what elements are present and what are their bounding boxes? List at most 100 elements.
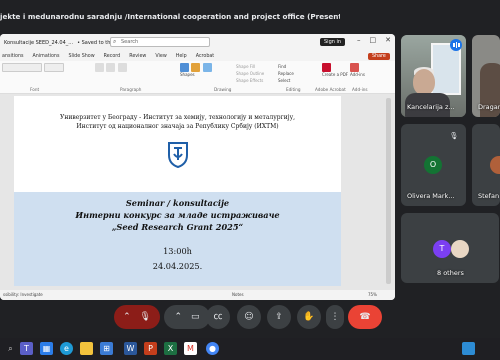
status-bar: ssibility: Investigate Notes 75% [0, 290, 395, 300]
hang-up-icon: ☎ [359, 312, 371, 322]
shape-outline[interactable]: Shape Outline [236, 70, 264, 77]
font-size-box[interactable] [44, 63, 65, 72]
mic-control[interactable]: ⌃ 🎙 [114, 305, 160, 329]
mic-off-icon[interactable]: 🎙 [139, 312, 150, 322]
addins-group: Add-ins [350, 63, 365, 77]
bullets-icon[interactable] [95, 63, 104, 72]
shapes-label: Shapes [180, 72, 195, 77]
participant-name: Olivera Mark... [407, 192, 455, 200]
more-options-button[interactable]: ⋮ [326, 305, 344, 329]
search-icon: ⌕ [113, 38, 117, 45]
participant-tile-4[interactable]: Stefan [472, 124, 500, 206]
participant-tile-2[interactable]: Dragan [472, 35, 500, 117]
slide-workspace: Универзитет у Београду - Институт за хем… [0, 94, 395, 290]
font-box[interactable] [2, 63, 42, 72]
close-icon[interactable]: ✕ [385, 36, 391, 44]
word-icon[interactable]: W [124, 342, 137, 355]
avatar-photo [451, 240, 469, 258]
excel-icon[interactable]: X [164, 342, 177, 355]
slide-time: 13:00h [163, 246, 192, 256]
gmail-icon[interactable]: M [184, 342, 197, 355]
drawing-group: Shapes [180, 63, 213, 77]
leave-call-button[interactable]: ☎ [348, 305, 382, 329]
shapes-icon[interactable] [180, 63, 189, 72]
more-options-icon: ⋮ [330, 312, 340, 322]
captions-icon: ㏄ [213, 312, 223, 322]
chevron-up-icon[interactable]: ⌃ [123, 312, 131, 322]
captions-button[interactable]: ㏄ [206, 305, 230, 329]
camera-icon[interactable]: ▭ [191, 312, 200, 322]
ppt-titlebar: Konsultacije SEED_24.04_... • Saved to t… [0, 34, 395, 51]
institution-line-2: Институт од националног значаја за Репуб… [76, 123, 279, 130]
camera-control[interactable]: ⌃ ▭ [164, 305, 210, 329]
editing-group: Find Replace Select [278, 63, 294, 84]
raise-hand-icon: ✋ [303, 312, 315, 322]
participant-tile-3[interactable]: 🎙 O Olivera Mark... [401, 124, 466, 206]
align-icon[interactable] [117, 63, 127, 72]
speaking-indicator-icon [450, 39, 462, 51]
paragraph-group-label: Paragraph [120, 87, 142, 92]
add-ins-label: Add-ins [350, 72, 365, 77]
edge-icon[interactable]: e [60, 342, 73, 355]
minimize-icon[interactable]: – [357, 36, 361, 44]
present-button[interactable]: ⇪ [267, 305, 291, 329]
file-explorer-icon[interactable] [80, 342, 93, 355]
present-icon: ⇪ [275, 312, 283, 322]
tab-slide-show[interactable]: Slide Show [68, 54, 94, 59]
tab-acrobat[interactable]: Acrobat [196, 54, 215, 59]
quick-styles-icon[interactable] [202, 63, 212, 72]
notes-button[interactable]: Notes [232, 290, 244, 300]
editing-group-label: Editing [286, 87, 301, 92]
meet-window: jekte i medunarodnu saradnju /Internatio… [0, 0, 500, 360]
institution-line-1: Универзитет у Београду - Институт за хем… [59, 114, 296, 121]
accessibility-status[interactable]: ssibility: Investigate [3, 292, 43, 297]
search-box[interactable]: ⌕ Search [110, 37, 210, 47]
add-ins-icon[interactable] [350, 63, 359, 72]
video-person-head [413, 69, 435, 95]
addins-group-label: Add-ins [352, 87, 368, 92]
adobe-group: Create a PDF [322, 63, 348, 77]
seminar-title: Seminar / konsultacije [125, 198, 230, 208]
participant-tile-1[interactable]: Kancelarija z... [401, 35, 466, 117]
numbering-icon[interactable] [106, 63, 116, 72]
tab-help[interactable]: Help [176, 54, 187, 59]
maximize-icon[interactable]: □ [370, 36, 377, 44]
search-icon[interactable]: ⌕ [4, 342, 17, 355]
chevron-up-icon[interactable]: ⌃ [175, 312, 183, 322]
tab-review[interactable]: Review [129, 54, 146, 59]
powerpoint-icon[interactable]: P [144, 342, 157, 355]
tab-animations[interactable]: Animations [33, 54, 60, 59]
share-button[interactable]: Share [368, 53, 390, 60]
sign-in-button[interactable]: Sign in [320, 38, 346, 46]
vertical-scrollbar[interactable] [386, 98, 391, 284]
shape-effects[interactable]: Shape Effects [236, 77, 264, 84]
arrange-icon[interactable] [191, 63, 201, 72]
shape-fill[interactable]: Shape Fill [236, 63, 264, 70]
grant-title: „Seed Research Grant 2025“ [111, 222, 244, 232]
widgets-icon[interactable]: ▦ [40, 342, 53, 355]
chrome-icon[interactable]: ● [206, 342, 219, 355]
tab-record[interactable]: Record [104, 54, 121, 59]
institute-logo-icon [168, 142, 188, 168]
search-placeholder: Search [121, 39, 139, 45]
others-tile[interactable]: T 8 others [401, 213, 499, 283]
teams-icon[interactable]: T [20, 342, 33, 355]
zoom-level[interactable]: 75% [368, 290, 377, 300]
slide[interactable]: Универзитет у Београду - Институт за хем… [14, 96, 341, 286]
find-button[interactable]: Find [278, 63, 294, 70]
create-pdf-icon[interactable] [322, 63, 331, 72]
raise-hand-button[interactable]: ✋ [297, 305, 321, 329]
contest-title: Интерни конкурс за младе истраживаче [75, 210, 280, 220]
windows-taskbar: ⌕ T ▦ e ⊞ W P X M ● [0, 338, 500, 360]
adobe-group-label: Adobe Acrobat [315, 87, 346, 92]
select-button[interactable]: Select [278, 77, 294, 84]
tab-view[interactable]: View [155, 54, 166, 59]
emoji-button[interactable]: ☺ [237, 305, 261, 329]
tray-icon[interactable] [462, 342, 475, 355]
mic-off-icon: 🎙 [449, 132, 459, 140]
paragraph-group [95, 63, 128, 72]
replace-button[interactable]: Replace [278, 70, 294, 77]
store-icon[interactable]: ⊞ [100, 342, 113, 355]
tab-transitions[interactable]: ansitions [2, 54, 24, 59]
meeting-title: jekte i medunarodnu saradnju /Internatio… [0, 12, 340, 21]
